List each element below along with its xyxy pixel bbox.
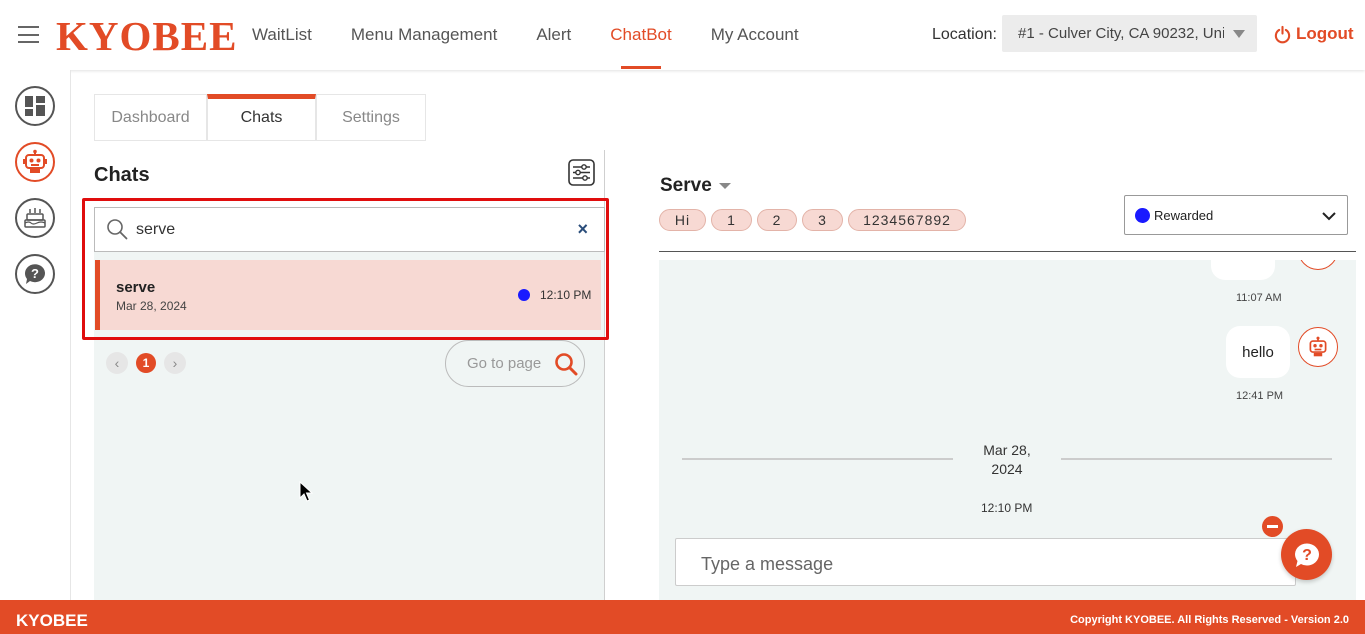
chevron-down-icon	[1321, 208, 1337, 229]
chip-2[interactable]: 2	[757, 209, 797, 231]
hamburger-menu-icon[interactable]	[18, 26, 39, 43]
minimize-icon[interactable]	[1262, 516, 1283, 537]
bot-avatar	[1298, 260, 1338, 270]
chat-search-input[interactable]: serve ×	[94, 207, 605, 252]
go-to-page-placeholder: Go to page	[467, 355, 542, 372]
svg-text:?: ?	[31, 266, 39, 281]
contact-name-dropdown[interactable]: Serve	[660, 175, 731, 197]
message-bubble: hello	[1226, 326, 1290, 378]
logout-button[interactable]: Logout	[1273, 24, 1354, 44]
dashboard-icon[interactable]	[15, 86, 55, 126]
prev-page-button[interactable]: ‹	[106, 352, 128, 374]
power-icon	[1274, 25, 1291, 43]
date-separator: Mar 28, 2024	[977, 441, 1037, 479]
clear-search-icon[interactable]: ×	[577, 219, 588, 240]
quick-reply-chips: Hi 1 2 3 1234567892	[659, 209, 971, 231]
nav-waitlist[interactable]: WaitList	[252, 0, 312, 70]
nav-chatbot[interactable]: ChatBot	[610, 0, 672, 70]
help-chat-icon[interactable]: ?	[1281, 529, 1332, 580]
current-page-button[interactable]: 1	[136, 353, 156, 373]
location-select[interactable]: #1 - Culver City, CA 90232, United State…	[1002, 15, 1257, 52]
message-time: 11:07 AM	[1236, 292, 1282, 304]
tab-chats[interactable]: Chats	[207, 94, 316, 141]
date-separator-line-1: Mar 28,	[983, 442, 1031, 458]
location-value: #1 - Culver City, CA 90232, United State…	[1018, 25, 1224, 42]
caret-down-icon	[718, 183, 731, 189]
chip-hi[interactable]: Hi	[659, 209, 706, 231]
left-sidebar: ?	[0, 70, 71, 600]
status-dot	[1135, 208, 1150, 223]
next-page-button[interactable]: ›	[164, 352, 186, 374]
chat-item-name: serve	[116, 279, 156, 296]
search-value: serve	[136, 221, 176, 238]
footer: KYOBEE Copyright KYOBEE. All Rights Rese…	[0, 600, 1365, 634]
search-icon	[106, 218, 128, 245]
filter-settings-icon[interactable]	[568, 159, 595, 186]
chat-list-item[interactable]: serve Mar 28, 2024 12:10 PM	[95, 260, 601, 330]
tab-settings[interactable]: Settings	[316, 94, 426, 141]
status-dot	[518, 289, 530, 301]
status-label: Rewarded	[1154, 208, 1214, 223]
help-icon[interactable]: ?	[15, 254, 55, 294]
nav-my-account[interactable]: My Account	[711, 0, 799, 70]
chat-item-time: 12:10 PM	[540, 288, 592, 302]
chip-phone[interactable]: 1234567892	[848, 209, 966, 231]
message-time: 12:41 PM	[1236, 390, 1284, 402]
svg-text:?: ?	[1302, 547, 1312, 564]
logout-label: Logout	[1296, 24, 1354, 43]
message-input[interactable]: Type a message	[675, 538, 1296, 586]
chat-item-date: Mar 28, 2024	[116, 299, 187, 313]
date-divider-line	[682, 458, 953, 460]
header-divider	[659, 251, 1356, 252]
date-separator-line-2: 2024	[991, 461, 1023, 477]
message-bubble	[1211, 260, 1275, 280]
chip-3[interactable]: 3	[802, 209, 843, 231]
go-to-page-input[interactable]: Go to page	[445, 340, 585, 387]
contact-name: Serve	[660, 175, 712, 196]
chip-1[interactable]: 1	[711, 209, 752, 231]
footer-logo: KYOBEE	[16, 611, 88, 630]
location-label: Location:	[932, 26, 997, 43]
caret-down-icon	[1233, 30, 1245, 38]
nav-menu-management[interactable]: Menu Management	[351, 0, 497, 70]
top-header: KYOBEE WaitList Menu Management Alert Ch…	[0, 0, 1365, 70]
mouse-cursor-icon	[299, 480, 314, 508]
footer-copyright: Copyright KYOBEE. All Rights Reserved - …	[1070, 614, 1349, 626]
message-time: 12:10 PM	[981, 501, 1033, 515]
chat-status-select[interactable]: Rewarded	[1124, 195, 1348, 235]
nav-alert[interactable]: Alert	[536, 0, 571, 70]
message-input-placeholder: Type a message	[701, 554, 834, 574]
search-icon[interactable]	[554, 352, 578, 381]
robot-icon[interactable]	[15, 142, 55, 182]
kyobee-logo[interactable]: KYOBEE	[56, 12, 237, 60]
tab-dashboard[interactable]: Dashboard	[94, 94, 207, 141]
chatbot-tabs: Dashboard Chats Settings	[94, 94, 426, 141]
chats-title: Chats	[94, 164, 150, 186]
cake-icon[interactable]	[15, 198, 55, 238]
date-divider-line	[1061, 458, 1332, 460]
robot-icon	[1298, 327, 1338, 367]
main-nav: WaitList Menu Management Alert ChatBot M…	[252, 0, 838, 70]
